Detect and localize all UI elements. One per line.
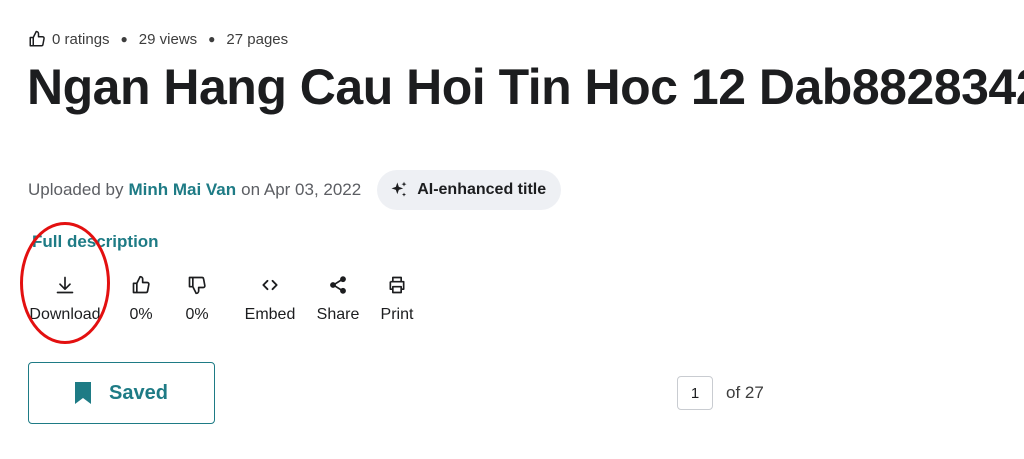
print-label: Print [380,306,414,323]
thumbs-up-icon [131,272,151,298]
embed-button[interactable]: Embed [244,272,296,324]
thumbs-down-icon [187,272,207,298]
ratings-count: 0 ratings [52,30,110,48]
embed-label: Embed [244,306,296,323]
sparkle-icon [391,181,407,197]
views-count: 29 views [138,30,198,48]
uploaded-by-label: Uploaded by [28,180,124,199]
share-button[interactable]: Share [316,272,360,324]
upvote-button[interactable]: 0% [126,272,156,324]
document-stats: 0 ratings ● 29 views ● 27 pages [28,30,288,48]
share-icon [328,272,348,298]
download-button[interactable]: Download [28,272,102,324]
upload-info: Uploaded by Minh Mai Van on Apr 03, 2022… [28,170,562,210]
page-number-input[interactable] [677,376,713,410]
author-link[interactable]: Minh Mai Van [128,180,236,200]
ai-enhanced-chip[interactable]: AI-enhanced title [377,170,562,210]
saved-button[interactable]: Saved [28,362,215,424]
share-label: Share [316,306,360,323]
upvote-percent: 0% [129,306,153,323]
code-icon [260,272,280,298]
bookmark-icon [75,382,92,404]
full-description-link[interactable]: Full description [32,232,159,252]
thumbs-up-icon [28,30,46,48]
download-icon [55,272,75,298]
separator-dot: ● [208,32,216,46]
upload-date: on Apr 03, 2022 [241,180,362,199]
print-button[interactable]: Print [378,272,416,324]
downvote-percent: 0% [185,306,209,323]
saved-label: Saved [109,381,168,404]
print-icon [387,272,407,298]
ai-chip-label: AI-enhanced title [417,181,547,198]
page-navigator: of 27 [677,376,764,410]
download-label: Download [29,306,101,323]
page-title: Ngan Hang Cau Hoi Tin Hoc 12 Dab8828342 [27,59,1024,115]
document-actions: Download 0% 0% Embed Share Print [28,272,442,324]
total-pages-label: of 27 [726,383,764,402]
downvote-button[interactable]: 0% [182,272,212,324]
pages-count: 27 pages [226,30,289,48]
separator-dot: ● [120,32,128,46]
